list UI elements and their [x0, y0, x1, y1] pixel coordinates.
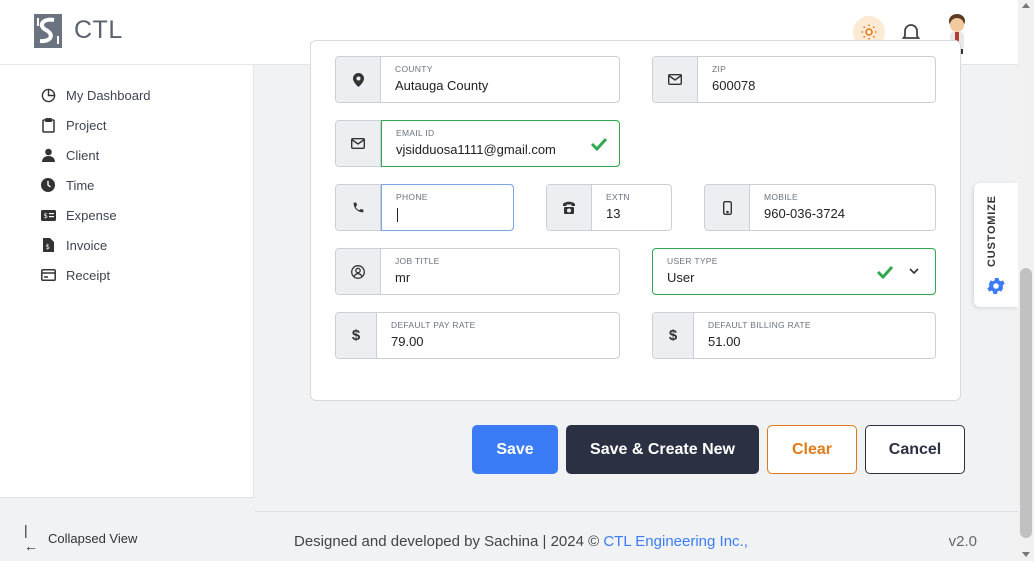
footer-text: Designed and developed by Sachina | 2024… — [294, 533, 604, 550]
sidebar-item-client[interactable]: Client — [40, 145, 99, 165]
sun-icon — [861, 24, 877, 40]
county-value: Autauga County — [395, 78, 489, 93]
sidebar-item-expense[interactable]: $ Expense — [40, 205, 117, 225]
version-label: v2.0 — [948, 533, 977, 550]
user-icon — [40, 147, 56, 163]
sidebar: My Dashboard Project Client Time $ Expen… — [0, 65, 254, 561]
receipt-icon — [40, 267, 56, 283]
clear-button[interactable]: Clear — [767, 425, 857, 474]
sidebar-item-label: Project — [66, 117, 107, 133]
scrollbar[interactable] — [1018, 0, 1034, 561]
job-title-label: JOB TITLE — [395, 256, 440, 266]
collapse-view-label: Collapsed View — [48, 530, 138, 546]
mobile-value: 960-036-3724 — [764, 206, 845, 221]
dollar-icon: $ — [653, 313, 694, 358]
collapse-view-button[interactable]: |← Collapsed View — [24, 522, 137, 554]
county-field[interactable]: COUNTY Autauga County — [335, 56, 620, 103]
job-title-value: mr — [395, 270, 411, 285]
svg-text:$: $ — [45, 243, 49, 251]
gear-icon — [987, 278, 1005, 294]
phone-field[interactable]: PHONE — [335, 184, 514, 231]
customize-tab[interactable]: CUSTOMIZE — [974, 183, 1018, 307]
collapse-bar: |← Collapsed View — [0, 497, 254, 561]
collapse-arrow-icon: |← — [24, 522, 38, 554]
invoice-icon: $ — [40, 237, 56, 253]
dollar-icon: $ — [336, 313, 377, 358]
zip-field[interactable]: ZIP 600078 — [652, 56, 936, 103]
svg-text:$: $ — [43, 212, 47, 220]
map-pin-icon — [336, 57, 381, 102]
app-title[interactable]: CTL — [74, 16, 123, 45]
email-label: EMAIL ID — [396, 128, 435, 138]
mobile-icon — [705, 185, 750, 230]
user-circle-icon — [336, 249, 381, 294]
footer: Designed and developed by Sachina | 2024… — [255, 511, 1018, 561]
county-label: COUNTY — [395, 64, 433, 74]
phone-label: PHONE — [396, 192, 428, 202]
envelope-icon — [653, 57, 698, 102]
clipboard-icon — [40, 117, 56, 133]
check-icon — [590, 137, 608, 152]
pay-rate-field[interactable]: $ DEFAULT PAY RATE 79.00 — [335, 312, 620, 359]
customize-label: CUSTOMIZE — [986, 195, 998, 267]
billing-rate-value: 51.00 — [708, 334, 741, 349]
save-create-new-button[interactable]: Save & Create New — [566, 425, 759, 474]
sidebar-item-label: Invoice — [66, 237, 108, 253]
email-field[interactable]: EMAIL ID vjsidduosa1111@gmail.com — [335, 120, 620, 167]
pay-rate-value: 79.00 — [391, 334, 424, 349]
zip-label: ZIP — [712, 64, 727, 74]
extn-field[interactable]: EXTN 13 — [546, 184, 672, 231]
zip-value: 600078 — [712, 78, 756, 93]
phone-icon — [336, 185, 381, 230]
company-link[interactable]: CTL Engineering Inc., — [603, 533, 748, 550]
user-type-label: USER TYPE — [667, 256, 718, 266]
scroll-down-arrow-icon[interactable] — [1022, 552, 1030, 557]
email-value: vjsidduosa1111@gmail.com — [396, 142, 556, 157]
chevron-down-icon[interactable] — [909, 268, 919, 275]
save-button[interactable]: Save — [472, 425, 558, 474]
user-type-select[interactable]: USER TYPE User — [652, 248, 936, 295]
mobile-label: MOBILE — [764, 192, 798, 202]
mobile-field[interactable]: MOBILE 960-036-3724 — [704, 184, 936, 231]
extn-value: 13 — [606, 206, 621, 221]
billing-rate-field[interactable]: $ DEFAULT BILLING RATE 51.00 — [652, 312, 936, 359]
sidebar-item-invoice[interactable]: $ Invoice — [40, 235, 107, 255]
sidebar-item-dashboard[interactable]: My Dashboard — [40, 85, 151, 105]
logo-mark[interactable] — [34, 14, 62, 48]
footer-credit: Designed and developed by Sachina | 2024… — [294, 533, 748, 550]
sidebar-item-project[interactable]: Project — [40, 115, 106, 135]
job-title-field[interactable]: JOB TITLE mr — [335, 248, 620, 295]
telephone-icon — [547, 185, 592, 230]
user-type-value: User — [667, 270, 695, 285]
sidebar-item-time[interactable]: Time — [40, 175, 94, 195]
pay-rate-label: DEFAULT PAY RATE — [391, 320, 476, 330]
sidebar-item-label: Receipt — [66, 267, 111, 283]
check-icon — [876, 265, 894, 280]
sidebar-item-label: My Dashboard — [66, 87, 151, 103]
cancel-button[interactable]: Cancel — [865, 425, 965, 474]
scroll-up-arrow-icon[interactable] — [1022, 3, 1030, 8]
sidebar-item-label: Expense — [66, 207, 117, 223]
scroll-thumb[interactable] — [1020, 268, 1032, 538]
sidebar-item-label: Time — [66, 177, 95, 193]
clock-icon — [40, 177, 56, 193]
sidebar-item-receipt[interactable]: Receipt — [40, 265, 110, 285]
money-icon: $ — [40, 207, 56, 223]
envelope-icon — [336, 121, 381, 166]
extn-label: EXTN — [606, 192, 630, 202]
sidebar-item-label: Client — [66, 147, 100, 163]
pie-chart-icon — [40, 87, 56, 103]
billing-rate-label: DEFAULT BILLING RATE — [708, 320, 811, 330]
text-cursor — [397, 208, 398, 222]
